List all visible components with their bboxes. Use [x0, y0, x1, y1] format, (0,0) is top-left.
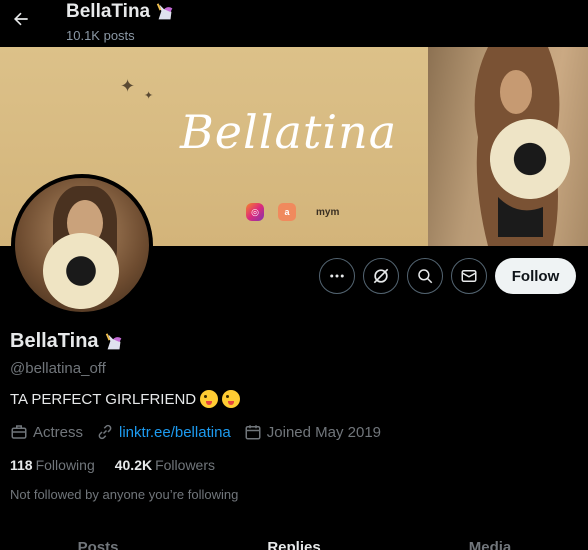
tongue-wink-emoji-icon — [200, 390, 219, 408]
category-item: Actress — [10, 423, 83, 441]
profile-meta: Actress linktr.ee/bellatina Joined May 2… — [10, 423, 394, 441]
sparkle-icon: ✦ — [144, 90, 154, 102]
tab-replies[interactable]: Replies — [196, 532, 392, 550]
briefcase-icon — [11, 425, 27, 439]
profile-tabs: Posts Replies Media — [0, 532, 588, 550]
avatar[interactable] — [11, 174, 153, 316]
header-name: BellaTina — [66, 1, 176, 23]
calendar-icon — [245, 425, 261, 440]
joined-item: Joined May 2019 — [244, 423, 381, 441]
sparkle-icon: ✦ — [120, 76, 136, 96]
following-count: 118 — [10, 457, 33, 473]
message-button[interactable] — [451, 258, 487, 294]
followers-label: Followers — [155, 457, 215, 473]
tongue-wink-emoji-icon — [222, 390, 241, 408]
link-icon — [98, 424, 112, 440]
profile-bio: TA PERFECT GIRLFRIEND — [10, 390, 241, 408]
grok-icon — [373, 268, 389, 284]
back-button[interactable] — [8, 6, 34, 32]
header-name-text: BellaTina — [66, 1, 151, 22]
unicorn-icon — [156, 3, 173, 20]
bio-text: TA PERFECT GIRLFRIEND — [10, 390, 197, 408]
posts-count: 10.1K posts — [66, 28, 135, 43]
a-icon: a — [278, 203, 296, 221]
follow-stats: 118 Following 40.2K Followers — [10, 457, 215, 473]
profile-handle: @bellatina_off — [10, 360, 106, 377]
top-bar: BellaTina 10.1K posts — [0, 0, 588, 47]
message-icon — [461, 270, 477, 282]
following-link[interactable]: 118 Following — [10, 457, 95, 473]
back-arrow-icon — [14, 12, 28, 26]
not-followed-note: Not followed by anyone you’re following — [10, 487, 239, 502]
grok-button[interactable] — [363, 258, 399, 294]
website-item: linktr.ee/bellatina — [96, 423, 231, 441]
more-icon — [330, 274, 344, 278]
unicorn-icon — [105, 332, 121, 349]
profile-name: BellaTina — [10, 330, 125, 353]
profile-name-text: BellaTina — [10, 330, 99, 352]
instagram-icon: ◎ — [246, 203, 264, 221]
following-label: Following — [35, 457, 95, 473]
joined-text: Joined May 2019 — [266, 423, 382, 441]
followers-link[interactable]: 40.2K Followers — [115, 457, 215, 473]
banner-social-icons: ◎ a mym — [246, 203, 339, 221]
search-icon — [418, 269, 433, 284]
search-button[interactable] — [407, 258, 443, 294]
mym-icon: mym — [316, 206, 340, 218]
banner-brand-text: Bellatina — [180, 105, 398, 159]
follow-button[interactable]: Follow — [495, 258, 576, 294]
followers-count: 40.2K — [114, 457, 153, 473]
more-button[interactable] — [319, 258, 355, 294]
website-link[interactable]: linktr.ee/bellatina — [119, 424, 231, 441]
profile-actions: Follow — [0, 258, 588, 294]
tab-posts[interactable]: Posts — [0, 532, 196, 550]
tab-media[interactable]: Media — [392, 532, 588, 550]
category-text: Actress — [33, 423, 84, 441]
